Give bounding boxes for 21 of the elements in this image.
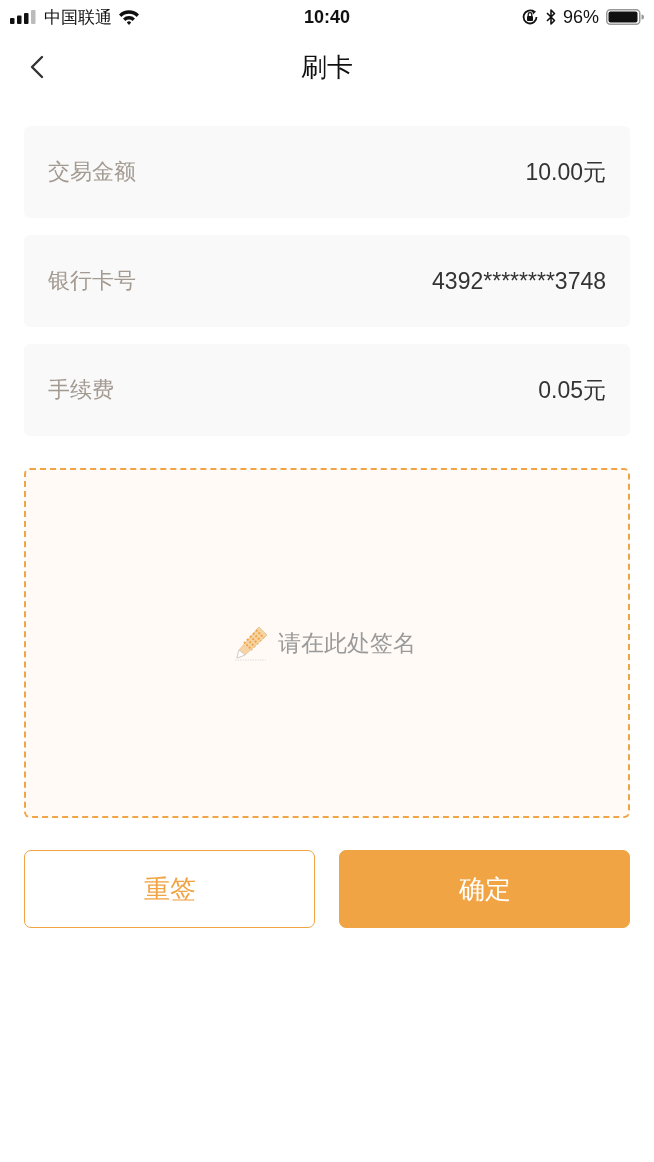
field-value: 0.05元 bbox=[538, 375, 606, 405]
field-value: 4392********3748 bbox=[432, 267, 606, 295]
signature-hint: 请在此处签名 bbox=[278, 628, 416, 658]
back-chevron-icon bbox=[30, 55, 44, 79]
wifi-icon bbox=[118, 9, 140, 25]
signature-pad[interactable]: 请在此处签名 bbox=[24, 468, 630, 818]
confirm-button[interactable]: 确定 bbox=[339, 850, 630, 928]
field-label: 手续费 bbox=[48, 376, 114, 404]
battery-icon bbox=[606, 9, 644, 25]
field-label: 银行卡号 bbox=[48, 267, 136, 295]
signal-bars-icon bbox=[10, 10, 38, 24]
field-label: 交易金额 bbox=[48, 158, 136, 186]
pen-icon bbox=[232, 624, 270, 662]
re-sign-button[interactable]: 重签 bbox=[24, 850, 315, 928]
clock-time: 10:40 bbox=[304, 6, 350, 28]
field-value: 10.00元 bbox=[525, 157, 606, 187]
bluetooth-icon bbox=[545, 8, 556, 26]
battery-percent: 96% bbox=[562, 6, 599, 28]
page-title: 刷卡 bbox=[301, 50, 353, 84]
carrier-name: 中国联通 bbox=[44, 5, 112, 29]
orientation-lock-icon bbox=[520, 8, 539, 26]
